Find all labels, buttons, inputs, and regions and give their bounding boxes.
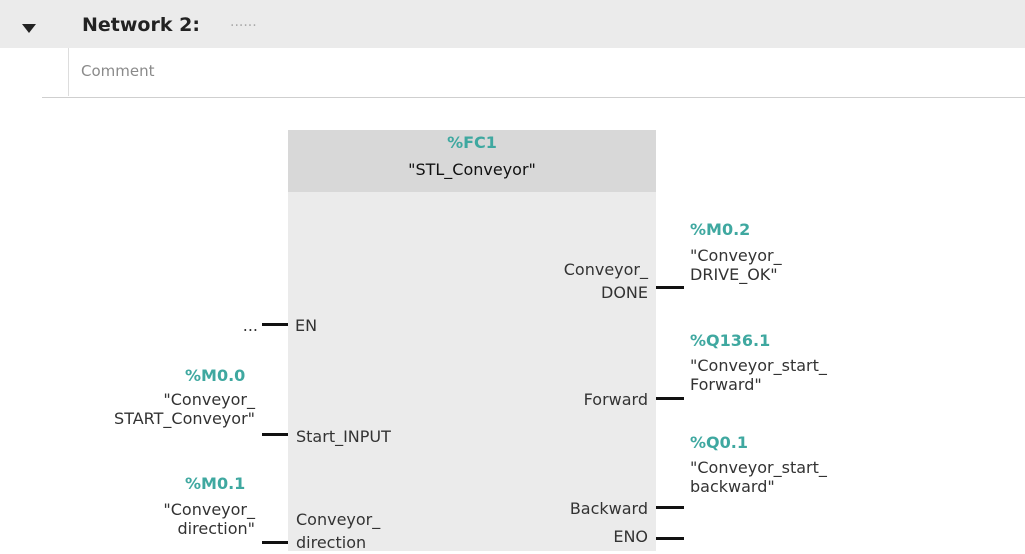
pin-line: Conveyor_ (563, 260, 648, 279)
tag-line: "Conveyor_ (163, 500, 255, 519)
wire-eno (656, 537, 684, 540)
pin-en: EN (295, 316, 318, 335)
pin-line: DONE (601, 283, 648, 302)
pin-forward: Forward (583, 390, 648, 409)
operand-address-backward[interactable]: %Q0.1 (690, 433, 748, 452)
tag-line: direction" (177, 519, 255, 538)
pin-direction: Conveyor_ direction (296, 508, 380, 554)
block-name: "STL_Conveyor" (408, 160, 536, 179)
tag-line: DRIVE_OK" (690, 265, 778, 284)
wire-forward (656, 397, 684, 400)
tag-line: "Conveyor_ (163, 390, 255, 409)
operand-tag-start[interactable]: "Conveyor_ START_Conveyor" (20, 390, 255, 428)
tag-line: backward" (690, 477, 775, 496)
tag-line: START_Conveyor" (114, 409, 255, 428)
divider (42, 97, 1025, 98)
pin-eno: ENO (613, 527, 648, 546)
pin-line: Conveyor_ (296, 510, 381, 529)
wire-direction (262, 541, 288, 544)
operand-address-done[interactable]: %M0.2 (690, 220, 750, 239)
operand-tag-forward[interactable]: "Conveyor_start_ Forward" (690, 356, 827, 394)
wire-en (262, 323, 288, 326)
tag-line: "Conveyor_ (690, 246, 782, 265)
operand-address-forward[interactable]: %Q136.1 (690, 331, 770, 350)
wire-done (656, 286, 684, 289)
wire-backward (656, 506, 684, 509)
pin-start-input: Start_INPUT (296, 427, 391, 446)
operand-en[interactable]: ... (200, 316, 258, 335)
collapse-triangle-icon[interactable] (22, 24, 36, 33)
operand-tag-direction[interactable]: "Conveyor_ direction" (20, 500, 255, 538)
network-title-placeholder[interactable]: ...... (230, 14, 257, 30)
operand-address-direction[interactable]: %M0.1 (185, 474, 245, 493)
network-title[interactable]: Network 2: (82, 14, 200, 36)
function-block[interactable] (288, 130, 656, 551)
operand-tag-backward[interactable]: "Conveyor_start_ backward" (690, 458, 827, 496)
block-address: %FC1 (447, 133, 497, 152)
tag-line: "Conveyor_start_ (690, 458, 827, 477)
pin-done: Conveyor_ DONE (480, 258, 648, 304)
network-comment-field[interactable]: Comment (68, 48, 1025, 96)
operand-address-start[interactable]: %M0.0 (185, 366, 245, 385)
tag-line: Forward" (690, 375, 762, 394)
comment-placeholder: Comment (81, 62, 155, 80)
operand-tag-done[interactable]: "Conveyor_ DRIVE_OK" (690, 246, 782, 284)
tag-line: "Conveyor_start_ (690, 356, 827, 375)
wire-start-input (262, 433, 288, 436)
pin-backward: Backward (569, 499, 648, 518)
